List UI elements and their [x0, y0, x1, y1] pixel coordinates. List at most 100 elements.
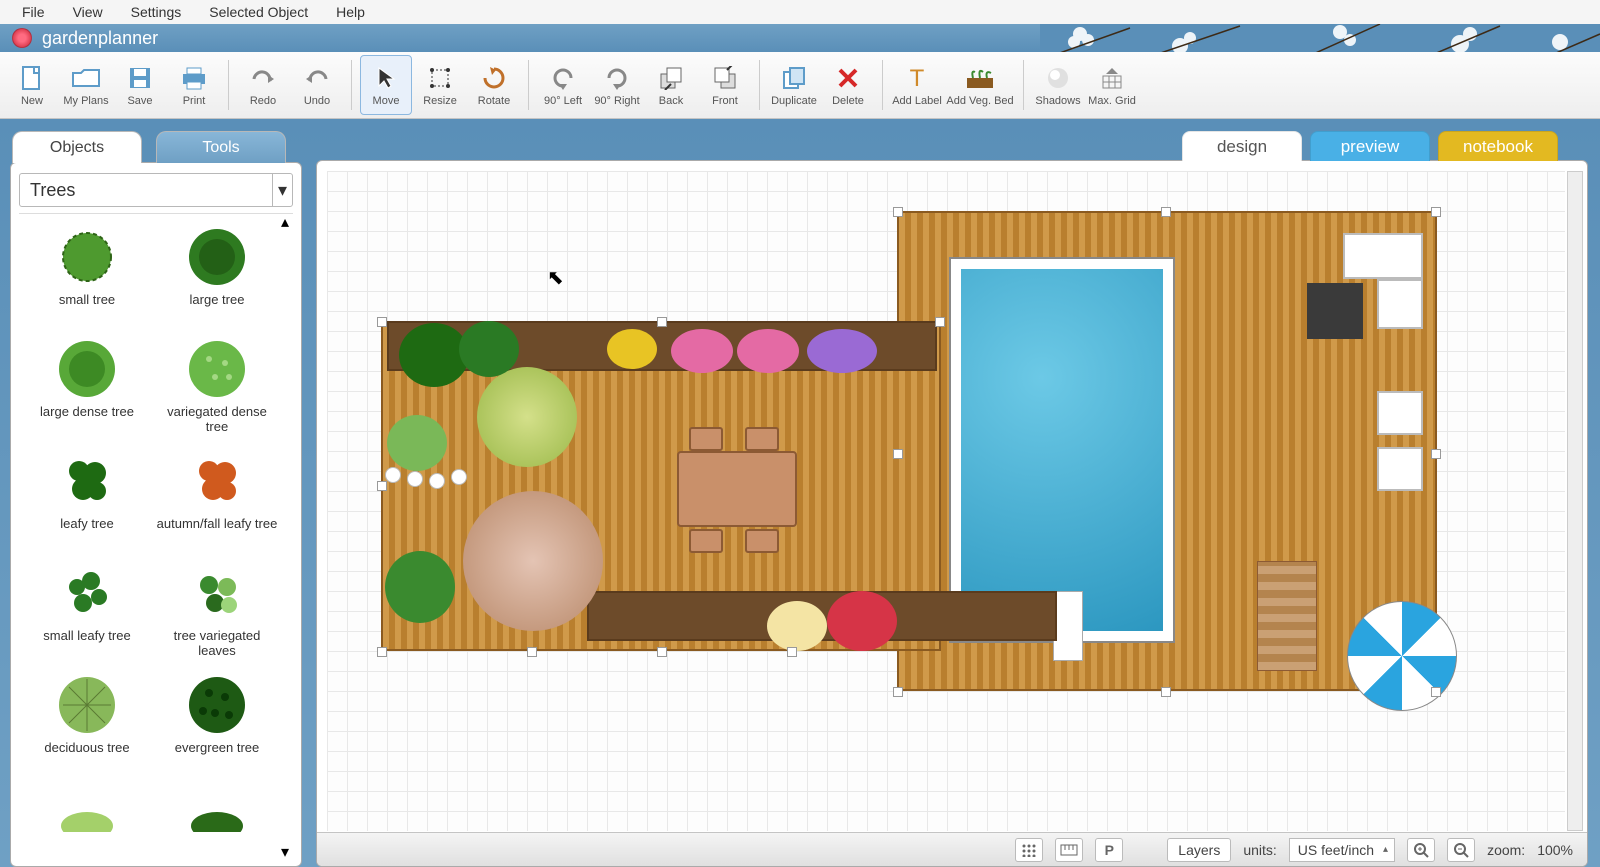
selection-handle[interactable]: [893, 687, 903, 697]
canvas-flowers[interactable]: [807, 329, 877, 373]
move-button[interactable]: Move: [360, 55, 412, 115]
duplicate-button[interactable]: Duplicate: [768, 55, 820, 115]
object-list[interactable]: small tree large tree large dense tree v…: [19, 214, 293, 860]
tab-objects[interactable]: Objects: [12, 131, 142, 163]
canvas-sofa[interactable]: [1343, 233, 1423, 279]
object-item[interactable]: deciduous tree: [23, 668, 151, 774]
canvas-stone[interactable]: [429, 473, 445, 489]
tab-notebook[interactable]: notebook: [1438, 131, 1558, 161]
object-item[interactable]: small leafy tree: [23, 556, 151, 662]
selection-handle[interactable]: [1161, 687, 1171, 697]
tab-tools[interactable]: Tools: [156, 131, 286, 163]
canvas-flowers[interactable]: [827, 591, 897, 651]
rotate-right-button[interactable]: 90° Right: [591, 55, 643, 115]
units-select[interactable]: US feet/inch: [1289, 838, 1395, 862]
undo-button[interactable]: Undo: [291, 55, 343, 115]
layers-button[interactable]: Layers: [1167, 838, 1231, 862]
rotate-button[interactable]: Rotate: [468, 55, 520, 115]
selection-handle[interactable]: [377, 481, 387, 491]
front-button[interactable]: Front: [699, 55, 751, 115]
save-button[interactable]: Save: [114, 55, 166, 115]
new-button[interactable]: New: [6, 55, 58, 115]
selection-handle[interactable]: [377, 647, 387, 657]
print-button[interactable]: Print: [168, 55, 220, 115]
canvas-stone[interactable]: [407, 471, 423, 487]
selection-handle[interactable]: [787, 647, 797, 657]
menu-selected-object[interactable]: Selected Object: [195, 0, 322, 24]
canvas-sofa[interactable]: [1377, 279, 1423, 329]
tab-preview[interactable]: preview: [1310, 131, 1430, 161]
canvas-chair[interactable]: [1377, 391, 1423, 435]
rotate-left-button[interactable]: 90° Left: [537, 55, 589, 115]
design-canvas[interactable]: ⬉ P Layers units: US feet/inch zoom: 100…: [316, 160, 1588, 867]
properties-button[interactable]: P: [1095, 838, 1123, 862]
object-item[interactable]: large tree: [153, 220, 281, 326]
canvas-chair[interactable]: [689, 427, 723, 451]
scroll-up-button[interactable]: ▴: [277, 216, 293, 228]
back-button[interactable]: Back: [645, 55, 697, 115]
tab-design[interactable]: design: [1182, 131, 1302, 161]
selection-handle[interactable]: [1161, 207, 1171, 217]
canvas-chair[interactable]: [745, 427, 779, 451]
object-item[interactable]: variegated dense tree: [153, 332, 281, 438]
selection-handle[interactable]: [1431, 687, 1441, 697]
selection-handle[interactable]: [527, 647, 537, 657]
canvas-flowers[interactable]: [607, 329, 657, 369]
canvas-stone[interactable]: [451, 469, 467, 485]
category-select[interactable]: Trees ▾: [19, 173, 293, 207]
menu-settings[interactable]: Settings: [117, 0, 196, 24]
text-icon: T: [906, 66, 928, 90]
resize-button[interactable]: Resize: [414, 55, 466, 115]
canvas-tree[interactable]: [477, 367, 577, 467]
canvas-chair[interactable]: [1377, 447, 1423, 491]
menu-view[interactable]: View: [59, 0, 117, 24]
ruler-button[interactable]: [1055, 838, 1083, 862]
selection-handle[interactable]: [1431, 207, 1441, 217]
canvas-diving-board[interactable]: [1053, 591, 1083, 661]
canvas-shrub[interactable]: [387, 415, 447, 471]
delete-button[interactable]: Delete: [822, 55, 874, 115]
object-item[interactable]: tree variegated leaves: [153, 556, 281, 662]
object-item[interactable]: [153, 780, 281, 854]
canvas-tree[interactable]: [463, 491, 603, 631]
zoom-in-button[interactable]: [1407, 838, 1435, 862]
redo-button[interactable]: Redo: [237, 55, 289, 115]
selection-handle[interactable]: [657, 317, 667, 327]
object-item[interactable]: large dense tree: [23, 332, 151, 438]
object-item[interactable]: evergreen tree: [153, 668, 281, 774]
maxgrid-button[interactable]: Max. Grid: [1086, 55, 1138, 115]
object-item[interactable]: [23, 780, 151, 854]
canvas-chair[interactable]: [745, 529, 779, 553]
selection-handle[interactable]: [377, 317, 387, 327]
canvas-shrub[interactable]: [399, 323, 469, 387]
canvas-flowers[interactable]: [671, 329, 733, 373]
selection-handle[interactable]: [657, 647, 667, 657]
selection-handle[interactable]: [893, 449, 903, 459]
selection-handle[interactable]: [893, 207, 903, 217]
zoom-out-button[interactable]: [1447, 838, 1475, 862]
canvas-flowers[interactable]: [767, 601, 827, 651]
object-item[interactable]: small tree: [23, 220, 151, 326]
menu-file[interactable]: File: [8, 0, 59, 24]
menu-help[interactable]: Help: [322, 0, 379, 24]
scroll-down-button[interactable]: ▾: [277, 846, 293, 858]
shadows-button[interactable]: Shadows: [1032, 55, 1084, 115]
canvas-flowers[interactable]: [737, 329, 799, 373]
canvas-shrub[interactable]: [385, 551, 455, 623]
object-item[interactable]: autumn/fall leafy tree: [153, 444, 281, 550]
vertical-scrollbar[interactable]: [1567, 171, 1583, 831]
canvas-table-square[interactable]: [1307, 283, 1363, 339]
grid-dots-button[interactable]: [1015, 838, 1043, 862]
object-item[interactable]: leafy tree: [23, 444, 151, 550]
canvas-table[interactable]: [677, 451, 797, 527]
canvas-stone[interactable]: [385, 467, 401, 483]
canvas-chair[interactable]: [689, 529, 723, 553]
myplans-button[interactable]: My Plans: [60, 55, 112, 115]
canvas-lounger[interactable]: [1257, 561, 1317, 671]
selection-handle[interactable]: [935, 317, 945, 327]
add-label-button[interactable]: TAdd Label: [891, 55, 943, 115]
canvas-pool[interactable]: [949, 257, 1175, 643]
selection-handle[interactable]: [1431, 449, 1441, 459]
add-vegbed-button[interactable]: Add Veg. Bed: [945, 55, 1015, 115]
canvas-shrub[interactable]: [459, 321, 519, 377]
